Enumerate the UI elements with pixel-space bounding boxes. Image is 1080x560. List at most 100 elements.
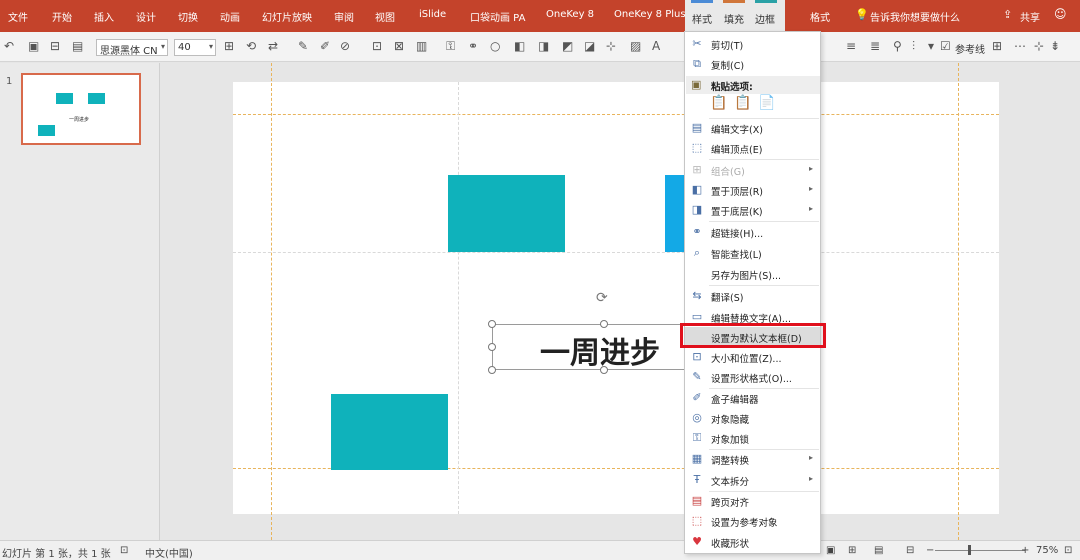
tab-home[interactable]: 开始 [52, 9, 72, 24]
tab-insert[interactable]: 插入 [94, 9, 114, 24]
guide-line[interactable] [958, 63, 959, 540]
circle-icon[interactable]: ○ [490, 40, 500, 52]
tell-me-search[interactable]: 告诉我你想要做什么 [870, 9, 960, 24]
menu-item-copy[interactable]: ⧉ 复制(C) [685, 54, 820, 74]
customize-icon[interactable]: ⇟ [1050, 40, 1060, 52]
tab-fill[interactable]: 填充 [724, 11, 744, 26]
replace-icon[interactable]: ⇄ [268, 40, 278, 52]
format-painter-icon[interactable]: ✎ [298, 40, 308, 52]
font-color-icon[interactable]: A [652, 40, 660, 52]
menu-item-send-to-back[interactable]: ◨ 置于底层(K) ▸ [685, 200, 820, 220]
menu-item-size-position[interactable]: ⊡ 大小和位置(Z)... [685, 347, 820, 367]
zoom-slider-thumb[interactable] [968, 545, 971, 555]
lock-icon[interactable]: ⚿ [446, 40, 455, 52]
zoom-in-button[interactable]: + [1021, 545, 1029, 556]
menu-item-bring-to-front[interactable]: ◧ 置于顶层(R) ▸ [685, 180, 820, 200]
tab-transitions[interactable]: 切换 [178, 9, 198, 24]
zoom-level[interactable]: 75% [1036, 545, 1058, 556]
text-direction-icon[interactable]: ⫶ [912, 40, 915, 52]
slide-title-text[interactable]: 一周进步 [540, 328, 660, 372]
guide-line[interactable] [271, 63, 272, 540]
tab-review[interactable]: 审阅 [334, 9, 354, 24]
distribute-icon[interactable]: ⊹ [606, 40, 616, 52]
menu-item-adjust-convert[interactable]: ▦ 调整转换 ▸ [685, 449, 820, 469]
menu-item-format-shape[interactable]: ✎ 设置形状格式(O)... [685, 367, 820, 387]
menu-item-set-reference[interactable]: ⬚ 设置为参考对象 [685, 511, 820, 531]
arrange-icon[interactable]: ⊞ [224, 40, 234, 52]
preview-icon[interactable]: ⊟ [50, 40, 60, 52]
menu-item-edit-points[interactable]: ⬚ 编辑顶点(E) [685, 138, 820, 158]
picture-icon[interactable]: ▨ [630, 40, 641, 52]
tab-style[interactable]: 样式 [692, 11, 712, 26]
resize-handle[interactable] [488, 366, 496, 374]
guide-line[interactable] [233, 252, 999, 253]
language-indicator[interactable]: 中文(中国) [145, 545, 193, 560]
no-fill-icon[interactable]: ⊘ [340, 40, 350, 52]
menu-item-cross-page-align[interactable]: ▤ 跨页对齐 [685, 491, 820, 511]
compass-icon[interactable]: ⚲ [893, 40, 902, 52]
normal-view-icon[interactable]: ▣ [826, 545, 835, 556]
tab-onekey8-plus[interactable]: OneKey 8 Plus [614, 9, 686, 20]
resize-handle[interactable] [488, 343, 496, 351]
menu-item-box-editor[interactable]: ✐ 盒子编辑器 [685, 388, 820, 408]
tab-islide[interactable]: iSlide [419, 9, 446, 20]
menu-item-favorite-shape[interactable]: ♥ 收藏形状 [685, 532, 820, 552]
slide-thumbnail[interactable]: 一周进步 [21, 73, 141, 145]
menu-item-cut[interactable]: ✂ 剪切(T) [685, 34, 820, 54]
tab-pocket-animation[interactable]: 口袋动画 PA [470, 9, 525, 24]
guide-line[interactable] [233, 114, 999, 115]
menu-item-save-as-picture[interactable]: 另存为图片(S)... [685, 264, 820, 284]
sorter-view-icon[interactable]: ⊞ [848, 545, 856, 556]
tab-onekey8[interactable]: OneKey 8 [546, 9, 594, 20]
slideshow-view-icon[interactable]: ⊟ [906, 545, 914, 556]
menu-item-lock-object[interactable]: ⚿ 对象加锁 [685, 428, 820, 448]
link-icon[interactable]: ⚭ [468, 40, 478, 52]
menu-item-hyperlink[interactable]: ⚭ 超链接(H)... [685, 222, 820, 242]
resize-handle[interactable] [600, 320, 608, 328]
paste-picture-icon[interactable]: 📋 [734, 95, 752, 115]
grid-icon[interactable]: ⊹ [1034, 40, 1044, 52]
crop-icon[interactable]: ⊡ [372, 40, 382, 52]
chevron-down-icon[interactable]: ▾ [928, 40, 934, 52]
notes-icon[interactable]: ⊡ [120, 545, 128, 556]
zoom-out-button[interactable]: − [926, 545, 934, 556]
format-icon[interactable]: ▤ [72, 40, 83, 52]
menu-item-smart-lookup[interactable]: ⌕ 智能查找(L) [685, 243, 820, 263]
bring-forward-icon[interactable]: ◩ [562, 40, 573, 52]
tab-border[interactable]: 边框 [755, 11, 775, 26]
tab-slideshow[interactable]: 幻灯片放映 [262, 9, 312, 24]
menu-item-translate[interactable]: ⇆ 翻译(S) [685, 286, 820, 306]
group-icon[interactable]: ⊠ [394, 40, 404, 52]
font-size-select[interactable]: 40 ▾ [174, 39, 216, 56]
layout-icon[interactable]: ⊞ [992, 40, 1002, 52]
guide-line[interactable] [458, 82, 459, 514]
layer-down-icon[interactable]: ◨ [538, 40, 549, 52]
menu-item-group[interactable]: ⊞ 组合(G) ▸ [685, 160, 820, 180]
layer-up-icon[interactable]: ◧ [514, 40, 525, 52]
guides-checkbox[interactable]: ☑ [940, 40, 951, 52]
paste-keep-format-icon[interactable]: 📋 [710, 95, 728, 115]
blue-rectangle[interactable] [665, 175, 685, 252]
reading-view-icon[interactable]: ▤ [874, 545, 883, 556]
tab-animations[interactable]: 动画 [220, 9, 240, 24]
rotate-handle-icon[interactable]: ⟳ [596, 290, 608, 306]
menu-item-hide-object[interactable]: ◎ 对象隐藏 [685, 408, 820, 428]
tab-view[interactable]: 视图 [375, 9, 395, 24]
save-icon[interactable]: ▣ [28, 40, 39, 52]
more-icon[interactable]: ⋯ [1014, 40, 1026, 52]
paragraph-icon[interactable]: ≣ [870, 40, 880, 52]
zoom-slider[interactable] [935, 550, 1025, 551]
menu-item-edit-text[interactable]: ▤ 编辑文字(X) [685, 118, 820, 138]
shapes-icon[interactable]: ⟲ [246, 40, 256, 52]
paste-text-only-icon[interactable]: 📄 [758, 95, 776, 115]
share-button[interactable]: 共享 [1020, 9, 1040, 24]
tab-format[interactable]: 格式 [810, 9, 830, 24]
align-icon[interactable]: ▥ [416, 40, 427, 52]
undo-icon[interactable]: ↶ [4, 40, 14, 52]
tab-file[interactable]: 文件 [8, 9, 28, 24]
menu-item-text-split[interactable]: Ŧ 文本拆分 ▸ [685, 470, 820, 490]
font-name-select[interactable]: 思源黑体 CN ▾ [96, 39, 168, 56]
feedback-icon[interactable]: ☺ [1054, 7, 1067, 21]
eyedropper-icon[interactable]: ✐ [320, 40, 330, 52]
tab-design[interactable]: 设计 [136, 9, 156, 24]
